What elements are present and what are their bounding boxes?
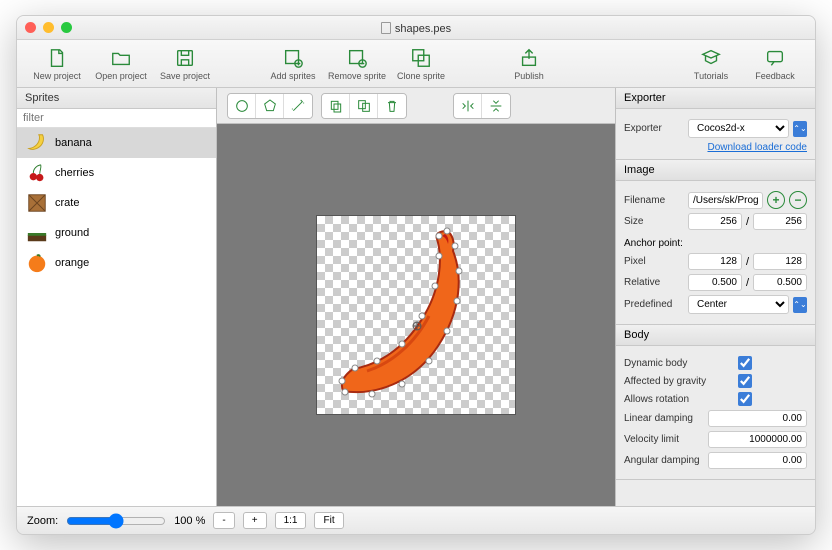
- circle-tool[interactable]: [228, 94, 256, 118]
- sprite-label: banana: [55, 137, 92, 149]
- image-section: Image Filename+− Size/ Anchor point: Pix…: [616, 160, 815, 325]
- sprites-sidebar: Sprites banana cherries crate ground ora…: [17, 88, 217, 506]
- dropdown-icon: ⌃⌄: [793, 297, 807, 313]
- copy-tool[interactable]: [322, 94, 350, 118]
- sprite-label: cherries: [55, 167, 94, 179]
- save-project-button[interactable]: Save project: [155, 42, 215, 86]
- ground-icon: [25, 221, 49, 245]
- main-content: Sprites banana cherries crate ground ora…: [17, 88, 815, 506]
- pixel-x-input[interactable]: [688, 253, 742, 270]
- image-header: Image: [616, 160, 815, 181]
- filename-input[interactable]: [688, 192, 763, 209]
- app-window: shapes.pes New project Open project Save…: [16, 15, 816, 535]
- angular-damping-input[interactable]: [708, 452, 807, 469]
- window-title: shapes.pes: [17, 21, 815, 35]
- tutorials-button[interactable]: Tutorials: [681, 42, 741, 86]
- sprites-header: Sprites: [17, 88, 216, 109]
- dynamic-body-checkbox[interactable]: [738, 356, 752, 370]
- dynamic-body-label: Dynamic body: [624, 358, 734, 369]
- pixel-label: Pixel: [624, 256, 684, 267]
- size-height-input[interactable]: [753, 213, 807, 230]
- remove-sprite-button[interactable]: Remove sprite: [327, 42, 387, 86]
- sprite-filter-input[interactable]: [17, 109, 216, 128]
- polygon-tool[interactable]: [256, 94, 284, 118]
- sprite-item-ground[interactable]: ground: [17, 218, 216, 248]
- document-icon: [381, 22, 391, 34]
- exporter-section: Exporter Exporter Cocos2d-x⌃⌄ Download lo…: [616, 88, 815, 160]
- canvas-area: [217, 88, 615, 506]
- relative-y-input[interactable]: [753, 274, 807, 291]
- sprite-item-cherries[interactable]: cherries: [17, 158, 216, 188]
- download-loader-link[interactable]: Download loader code: [624, 142, 807, 153]
- canvas-toolbar: [217, 88, 615, 124]
- gravity-label: Affected by gravity: [624, 376, 734, 387]
- zoom-value: 100 %: [174, 515, 205, 527]
- titlebar: shapes.pes: [17, 16, 815, 40]
- canvas-viewport[interactable]: [217, 124, 615, 506]
- filename-label: Filename: [624, 195, 684, 206]
- inspector-panel: Exporter ExporterCocos2d-x⌃⌄ Download lo…: [615, 88, 815, 506]
- edit-tools: [321, 93, 407, 119]
- footer-bar: Zoom: 100 % - + 1:1 Fit: [17, 506, 815, 534]
- sprite-list: banana cherries crate ground orange: [17, 128, 216, 506]
- size-width-input[interactable]: [688, 213, 742, 230]
- body-header: Body: [616, 325, 815, 346]
- gravity-checkbox[interactable]: [738, 374, 752, 388]
- pixel-y-input[interactable]: [753, 253, 807, 270]
- linear-damping-label: Linear damping: [624, 413, 704, 424]
- new-project-button[interactable]: New project: [27, 42, 87, 86]
- sprite-item-crate[interactable]: crate: [17, 188, 216, 218]
- flip-horizontal-tool[interactable]: [454, 94, 482, 118]
- remove-file-button[interactable]: −: [789, 191, 807, 209]
- feedback-button[interactable]: Feedback: [745, 42, 805, 86]
- sprite-label: orange: [55, 257, 89, 269]
- predefined-label: Predefined: [624, 299, 684, 310]
- angular-damping-label: Angular damping: [624, 455, 704, 466]
- open-project-button[interactable]: Open project: [91, 42, 151, 86]
- zoom-fit-button[interactable]: Fit: [314, 512, 343, 529]
- banana-icon: [25, 131, 49, 155]
- clone-sprite-button[interactable]: Clone sprite: [391, 42, 451, 86]
- dropdown-icon: ⌃⌄: [793, 121, 807, 137]
- anchor-point-label: Anchor point:: [624, 238, 807, 249]
- add-sprites-button[interactable]: Add sprites: [263, 42, 323, 86]
- exporter-label: Exporter: [624, 123, 684, 134]
- size-label: Size: [624, 216, 684, 227]
- exporter-select[interactable]: Cocos2d-x: [688, 119, 789, 138]
- relative-label: Relative: [624, 277, 684, 288]
- rotation-checkbox[interactable]: [738, 392, 752, 406]
- shape-tools: [227, 93, 313, 119]
- zoom-actual-button[interactable]: 1:1: [275, 512, 307, 529]
- predefined-select[interactable]: Center: [688, 295, 789, 314]
- sprite-label: ground: [55, 227, 89, 239]
- crate-icon: [25, 191, 49, 215]
- wand-tool[interactable]: [284, 94, 312, 118]
- paste-tool[interactable]: [350, 94, 378, 118]
- zoom-slider[interactable]: [66, 513, 166, 529]
- main-toolbar: New project Open project Save project Ad…: [17, 40, 815, 88]
- add-file-button[interactable]: +: [767, 191, 785, 209]
- exporter-header: Exporter: [616, 88, 815, 109]
- orange-icon: [25, 251, 49, 275]
- publish-button[interactable]: Publish: [499, 42, 559, 86]
- cherries-icon: [25, 161, 49, 185]
- zoom-out-button[interactable]: -: [213, 512, 234, 529]
- sprite-label: crate: [55, 197, 79, 209]
- flip-vertical-tool[interactable]: [482, 94, 510, 118]
- delete-tool[interactable]: [378, 94, 406, 118]
- zoom-in-button[interactable]: +: [243, 512, 267, 529]
- body-section: Body Dynamic body Affected by gravity Al…: [616, 325, 815, 480]
- sprite-item-banana[interactable]: banana: [17, 128, 216, 158]
- relative-x-input[interactable]: [688, 274, 742, 291]
- zoom-label: Zoom:: [27, 515, 58, 527]
- velocity-limit-input[interactable]: [708, 431, 807, 448]
- velocity-limit-label: Velocity limit: [624, 434, 704, 445]
- linear-damping-input[interactable]: [708, 410, 807, 427]
- sprite-item-orange[interactable]: orange: [17, 248, 216, 278]
- rotation-label: Allows rotation: [624, 394, 734, 405]
- sprite-canvas[interactable]: [316, 215, 516, 415]
- flip-tools: [453, 93, 511, 119]
